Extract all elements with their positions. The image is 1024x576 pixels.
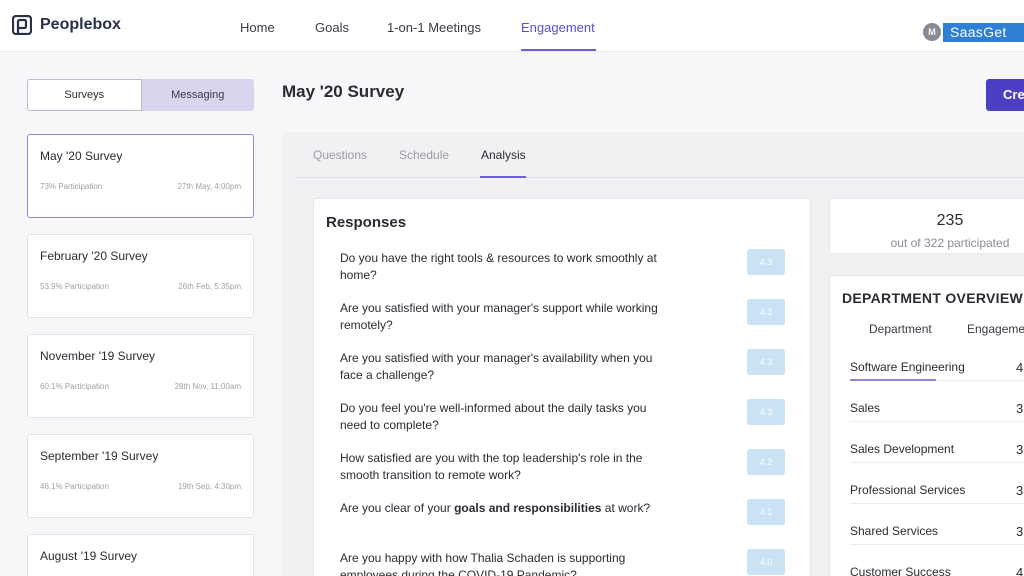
page-title: May '20 Survey	[282, 82, 405, 101]
question-score: 4.0	[747, 549, 785, 575]
question-text-post: at work?	[601, 501, 651, 515]
tab-schedule[interactable]: Schedule	[399, 148, 449, 162]
participation-stat-card: 235 out of 322 participated	[829, 198, 1024, 254]
participated-count: 235	[936, 212, 964, 229]
question-text: Are you satisfied with your manager's su…	[340, 301, 658, 332]
survey-participation: 53.9% Participation	[40, 282, 109, 291]
tabs-divider	[296, 177, 1024, 178]
question-text: Are you satisfied with your manager's av…	[340, 351, 653, 382]
question-text: Do you have the right tools & resources …	[340, 251, 657, 282]
responses-title: Responses	[326, 214, 407, 231]
surveys-messaging-toggle: Surveys Messaging	[27, 79, 254, 111]
nav-active-indicator	[521, 49, 596, 51]
tab-questions[interactable]: Questions	[313, 148, 367, 162]
survey-card[interactable]: August '19 Survey	[27, 534, 254, 576]
engagement-column-header[interactable]: Engagement	[967, 322, 1024, 336]
question-score: 4.2	[747, 449, 785, 475]
row-divider	[850, 421, 1024, 422]
survey-card[interactable]: September '19 Survey 46.1% Participation…	[27, 434, 254, 518]
department-name[interactable]: Sales Development	[850, 442, 954, 456]
surveys-toggle-button[interactable]: Surveys	[27, 79, 142, 111]
user-avatar[interactable]: M	[923, 23, 941, 41]
department-name[interactable]: Software Engineering	[850, 360, 965, 374]
row-divider	[850, 503, 1024, 504]
row-divider	[850, 544, 1024, 545]
department-engagement-value: 4	[1016, 565, 1024, 576]
question-text: Are you clear of your goals and responsi…	[340, 500, 670, 517]
department-name[interactable]: Shared Services	[850, 524, 938, 538]
peoplebox-logo-icon	[11, 14, 33, 36]
survey-participation: 46.1% Participation	[40, 482, 109, 491]
survey-card[interactable]: May '20 Survey 73% Participation 27th Ma…	[27, 134, 254, 218]
tab-active-indicator	[480, 176, 526, 178]
messaging-toggle-button[interactable]: Messaging	[141, 79, 254, 111]
watermark-badge: SaasGet	[943, 23, 1024, 42]
responses-card: Responses Do you have the right tools & …	[313, 198, 811, 576]
department-name[interactable]: Professional Services	[850, 483, 965, 497]
department-engagement-value: 3	[1016, 483, 1024, 498]
question-score: 4.3	[747, 349, 785, 375]
nav-1on1-meetings[interactable]: 1-on-1 Meetings	[387, 20, 481, 35]
nav-goals[interactable]: Goals	[315, 20, 349, 35]
department-engagement-value: 4	[1016, 360, 1024, 375]
survey-date: 28th Nov, 11:00am	[174, 382, 241, 391]
question-text: How satisfied are you with the top leade…	[340, 451, 643, 482]
survey-title: September '19 Survey	[40, 449, 159, 463]
department-overview-card: DEPARTMENT OVERVIEW Department Engagemen…	[829, 275, 1024, 576]
survey-title: May '20 Survey	[40, 149, 123, 163]
department-engagement-value: 3	[1016, 442, 1024, 457]
survey-date: 19th Sep, 4:30pm	[177, 482, 241, 491]
survey-participation: 73% Participation	[40, 182, 103, 191]
question-text: Are you happy with how Thalia Schaden is…	[340, 551, 626, 576]
top-navbar: Peoplebox Home Goals 1-on-1 Meetings Eng…	[0, 0, 1024, 52]
question-text-pre: Are you clear of your	[340, 501, 455, 515]
question-score: 4.1	[747, 499, 785, 525]
nav-engagement[interactable]: Engagement	[521, 20, 595, 35]
department-overview-title: DEPARTMENT OVERVIEW	[842, 290, 1023, 306]
survey-participation: 60.1% Participation	[40, 382, 109, 391]
question-score: 4.3	[747, 249, 785, 275]
survey-title: February '20 Survey	[40, 249, 148, 263]
department-column-header[interactable]: Department	[869, 322, 932, 336]
app-name: Peoplebox	[40, 16, 121, 33]
survey-date: 27th May, 4:00pm	[177, 182, 241, 191]
question-score: 4.3	[747, 399, 785, 425]
department-engagement-value: 3	[1016, 401, 1024, 416]
question-text: Do you feel you're well-informed about t…	[340, 401, 647, 432]
department-engagement-value: 3	[1016, 524, 1024, 539]
row-divider	[850, 462, 1024, 463]
survey-date: 26th Feb, 5:35pm	[178, 282, 241, 291]
tab-analysis[interactable]: Analysis	[481, 148, 526, 162]
survey-title: August '19 Survey	[40, 549, 138, 563]
row-highlight-bar	[850, 379, 936, 381]
survey-card[interactable]: February '20 Survey 53.9% Participation …	[27, 234, 254, 318]
participated-subtitle: out of 322 participated	[890, 236, 1010, 250]
nav-home[interactable]: Home	[240, 20, 275, 35]
create-survey-button[interactable]: Cre	[986, 79, 1024, 111]
app-logo[interactable]: Peoplebox	[11, 14, 121, 36]
survey-title: November '19 Survey	[40, 349, 156, 363]
department-name[interactable]: Sales	[850, 401, 880, 415]
question-score: 4.3	[747, 299, 785, 325]
survey-card[interactable]: November '19 Survey 60.1% Participation …	[27, 334, 254, 418]
department-name[interactable]: Customer Success	[850, 565, 951, 576]
question-text-bold: goals and responsibilities	[454, 501, 602, 515]
